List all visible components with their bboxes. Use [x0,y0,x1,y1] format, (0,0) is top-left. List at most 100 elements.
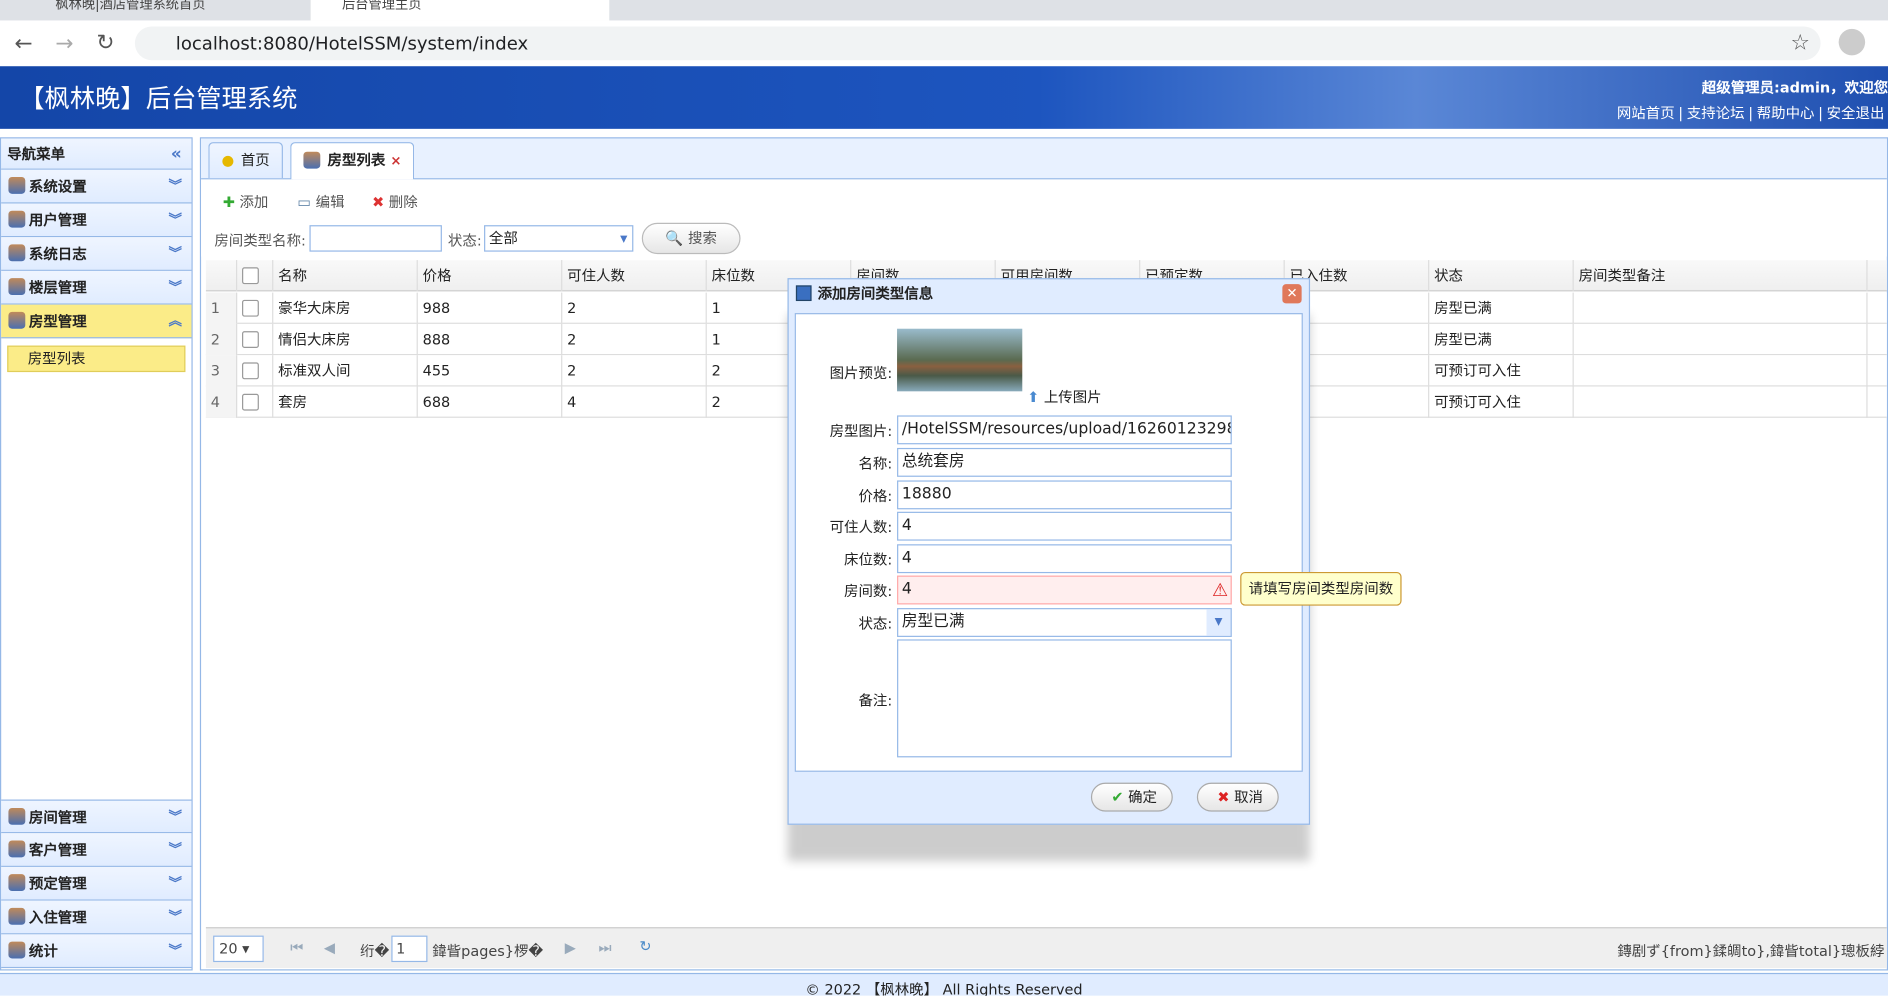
row-checkbox[interactable] [237,355,274,387]
link-forum[interactable]: 支持论坛 [1687,105,1745,122]
tab-roomtype-list[interactable]: 房型列表 × [290,142,415,180]
confirm-button[interactable]: ✔ 确定 [1090,782,1173,812]
label: 房型列表 [327,151,386,169]
value: 20 [219,940,238,958]
field-label: 状态: [858,615,893,633]
sidebar-item-log[interactable]: 系统日志 ︾ [1,237,192,271]
profile-icon[interactable] [1838,28,1866,56]
delete-icon: ✖ [372,193,385,211]
table-cell [1574,386,1868,418]
table-cell: 988 [418,292,563,324]
sidebar-item-checkin[interactable]: 入住管理 ︾ [1,900,192,935]
sidebar-item-room[interactable]: 房间管理 ︾ [1,799,192,834]
capacity-input[interactable]: 4 [897,511,1232,541]
price-input[interactable]: 18880 [897,480,1232,510]
column-header[interactable]: 价格 [418,260,563,292]
sidebar-item-stats[interactable]: 统计 ︾ [1,934,192,969]
label: 系统设置 [28,178,87,196]
log-icon [8,244,26,262]
next-page-icon[interactable]: ▶ [565,939,576,956]
delete-button[interactable]: ✖ 删除 [372,191,418,211]
column-header[interactable]: 房间类型备注 [1574,260,1868,292]
label: 系统日志 [28,245,87,263]
remark-textarea[interactable] [897,639,1232,758]
chevron-down-icon: ︾ [168,809,182,825]
refresh-icon[interactable]: ↻ [639,938,651,955]
last-page-icon[interactable]: ⏭ [598,939,611,957]
dialog-form: 图片预览: ⬆ 上传图片 房型图片: /HotelSSM/resources/u… [794,313,1303,772]
table-cell: 可预订可入住 [1429,355,1574,387]
link-help[interactable]: 帮助中心 [1757,105,1815,122]
user-icon [303,151,321,169]
edit-icon: ▭ [297,193,312,211]
sidebar-subitem-roomtype-list[interactable]: 房型列表 [7,345,186,373]
column-header[interactable]: 名称 [273,260,418,292]
sidebar-item-booking[interactable]: 预定管理 ︾ [1,866,192,901]
name-input[interactable]: 总统套房 [897,447,1232,477]
table-cell: 2 [562,323,707,356]
search-button[interactable]: 🔍 搜索 [641,222,741,255]
edit-button[interactable]: ▭ 编辑 [297,191,344,211]
first-page-icon[interactable]: ⏮ [290,939,303,957]
collapse-icon[interactable]: « [171,138,182,169]
tab-title: 后台管理主页 [341,0,422,13]
column-header[interactable]: 状态 [1429,260,1574,292]
dialog-title: 添加房间类型信息 [817,285,934,303]
field-label: 备注: [858,692,893,710]
label: 客户管理 [28,841,87,859]
field-label: 名称: [858,455,893,473]
field-label: 房间数: [844,582,893,600]
cancel-button[interactable]: ✖ 取消 [1196,782,1279,812]
column-header[interactable]: 可住人数 [562,260,707,292]
row-number: 4 [205,386,238,418]
page-number-input[interactable]: 1 [391,935,428,963]
sidebar-item-users[interactable]: 用户管理 ︾ [1,203,192,238]
link-logout[interactable]: 安全退出 [1827,105,1885,122]
image-path-input[interactable]: /HotelSSM/resources/upload/1626012329830 [897,415,1232,445]
user-icon [8,840,26,858]
link-home[interactable]: 网站首页 [1617,105,1675,122]
prev-page-icon[interactable]: ◀ [324,939,335,956]
cancel-icon: ✖ [1217,788,1230,806]
row-number: 1 [205,292,238,324]
row-checkbox[interactable] [237,292,274,324]
add-button[interactable]: ✚ 添加 [223,191,269,211]
label: 搜索 [687,229,717,247]
name-search-input[interactable] [309,225,442,252]
sidebar-item-floor[interactable]: 楼层管理 ︾ [1,270,192,305]
forward-icon[interactable]: → [55,31,73,56]
page-size-select[interactable]: 20 ▾ [213,935,264,963]
page-tabs: ● 首页 房型列表 × [201,138,1887,180]
sidebar-item-customer[interactable]: 客户管理 ︾ [1,833,192,867]
browser-tab-active[interactable]: 后台管理主页 [310,0,610,21]
table-cell: 标准双人间 [273,355,418,387]
url-input[interactable]: localhost:8080/HotelSSM/system/index [134,26,1821,61]
chevron-down-icon: ︾ [168,942,182,959]
tab-home[interactable]: ● 首页 [208,142,283,179]
chevron-down-icon: ︾ [168,841,182,858]
sidebar-item-system[interactable]: 系统设置 ︾ [1,169,192,204]
back-icon[interactable]: ← [14,31,32,56]
upload-image-button[interactable]: ⬆ 上传图片 [1027,387,1102,407]
sidebar-item-roomtype[interactable]: 房型管理 ︽ [1,304,192,339]
table-cell: 688 [418,386,563,418]
chevron-down-icon: ▾ [1206,609,1231,636]
row-checkbox[interactable] [237,386,274,418]
row-number: 2 [205,323,238,356]
pager-text: 绗� [360,942,390,960]
row-checkbox[interactable] [237,323,274,356]
room-count-input[interactable]: 4 ⚠ [897,575,1232,605]
close-tab-icon[interactable]: × [390,153,401,169]
table-cell: 房型已满 [1429,292,1574,324]
label: 确定 [1128,788,1158,806]
browser-tab[interactable]: 枫林晚|酒店管理系统首页 [24,0,301,20]
status-select[interactable]: 全部 ▾ [484,225,634,252]
beds-input[interactable]: 4 [897,544,1232,574]
reload-icon[interactable]: ↻ [96,30,114,55]
save-icon [795,285,812,302]
status-select[interactable]: 房型已满 ▾ [897,608,1232,637]
star-icon[interactable]: ☆ [1790,30,1809,55]
select-all-checkbox[interactable] [237,260,274,292]
close-icon[interactable]: ✕ [1282,284,1302,304]
table-cell: 可预订可入住 [1429,386,1574,418]
